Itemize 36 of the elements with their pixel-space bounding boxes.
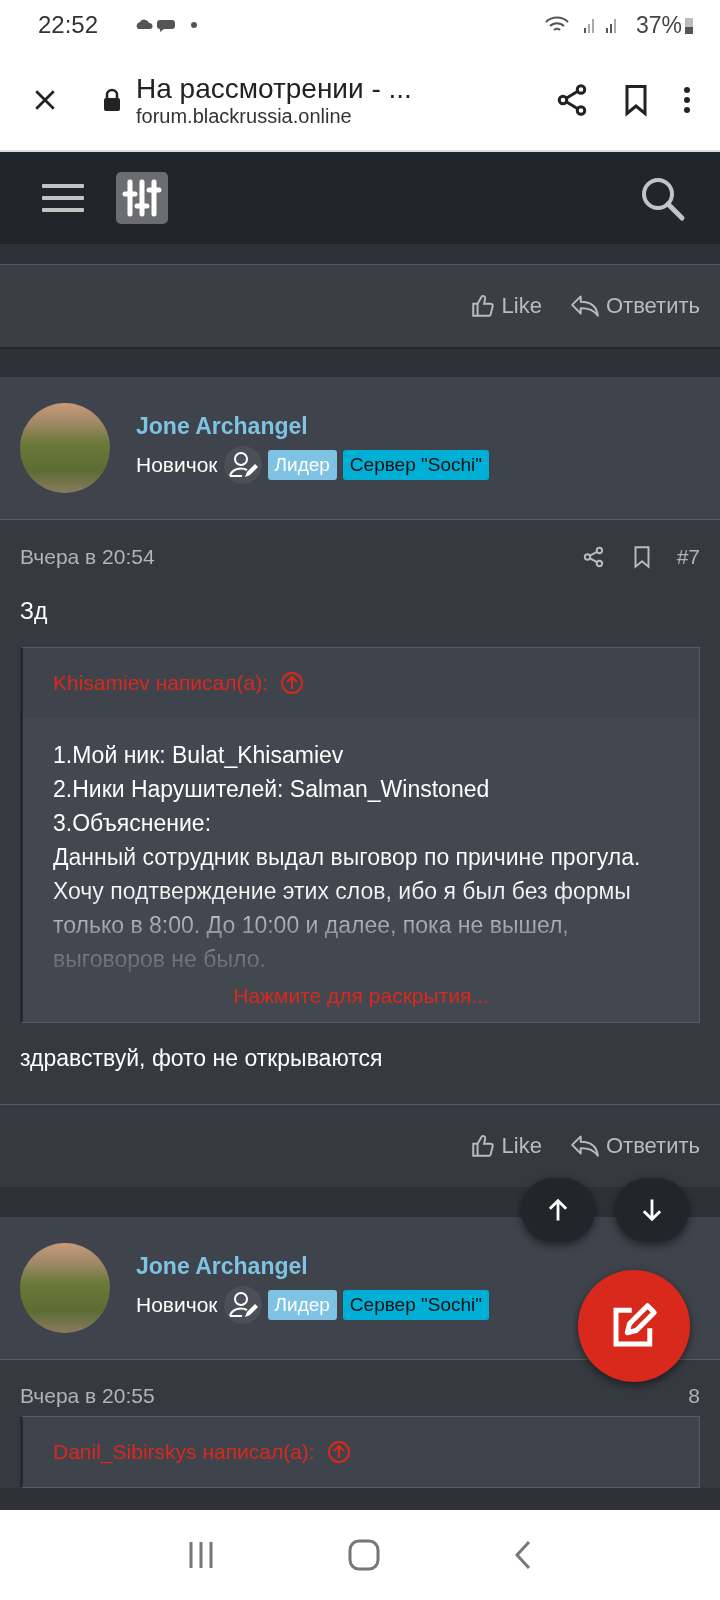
quote-text: 1.Мой ник: Bulat_Khisamiev xyxy=(53,741,345,770)
reply-icon xyxy=(569,1133,600,1159)
battery-percent: 37% xyxy=(635,11,682,39)
reply-button[interactable]: Ответить xyxy=(569,293,700,319)
post-text: здравствуй, фото не открываются xyxy=(20,1045,384,1072)
thumbs-up-icon xyxy=(469,1133,496,1159)
user-badge: Лидер xyxy=(267,449,337,480)
post-text: Зд xyxy=(20,598,49,625)
user-badge: Сервер "Sochi" xyxy=(342,449,490,480)
author-name[interactable]: Jone Archangel xyxy=(136,412,490,440)
user-badge: Лидер xyxy=(267,1289,337,1320)
post-date[interactable]: Вчера в 20:54 xyxy=(20,545,155,569)
home-icon[interactable] xyxy=(348,1539,380,1571)
user-rank: Новичок xyxy=(136,452,218,477)
quote-text: 2.Ники Нарушителей: Salman_Winstoned xyxy=(53,775,491,804)
reply-icon xyxy=(569,293,600,319)
filter-icon[interactable] xyxy=(116,172,168,224)
page-title: На рассмотрении - ... xyxy=(136,72,413,105)
status-time: 22:52 xyxy=(38,11,99,39)
like-button[interactable]: Like xyxy=(469,1133,542,1159)
user-edit-icon xyxy=(223,1285,262,1324)
thumbs-up-icon xyxy=(469,293,496,319)
user-badge: Сервер "Sochi" xyxy=(342,1289,490,1320)
post-date[interactable]: Вчера в 20:55 xyxy=(20,1384,155,1408)
page-url[interactable]: forum.blackrussia.online xyxy=(136,104,540,128)
lock-icon xyxy=(102,88,122,112)
battery-icon xyxy=(684,15,694,35)
like-button[interactable]: Like xyxy=(469,293,542,319)
author-name[interactable]: Jone Archangel xyxy=(136,1252,490,1280)
user-edit-icon xyxy=(223,445,262,484)
quote-text: 3.Объяснение: xyxy=(53,809,213,838)
reply-button[interactable]: Ответить xyxy=(569,1133,700,1159)
post-number[interactable]: 8 xyxy=(688,1384,700,1408)
post-number[interactable]: #7 xyxy=(676,545,700,569)
dot-icon xyxy=(190,21,199,29)
user-rank: Новичок xyxy=(136,1292,218,1317)
